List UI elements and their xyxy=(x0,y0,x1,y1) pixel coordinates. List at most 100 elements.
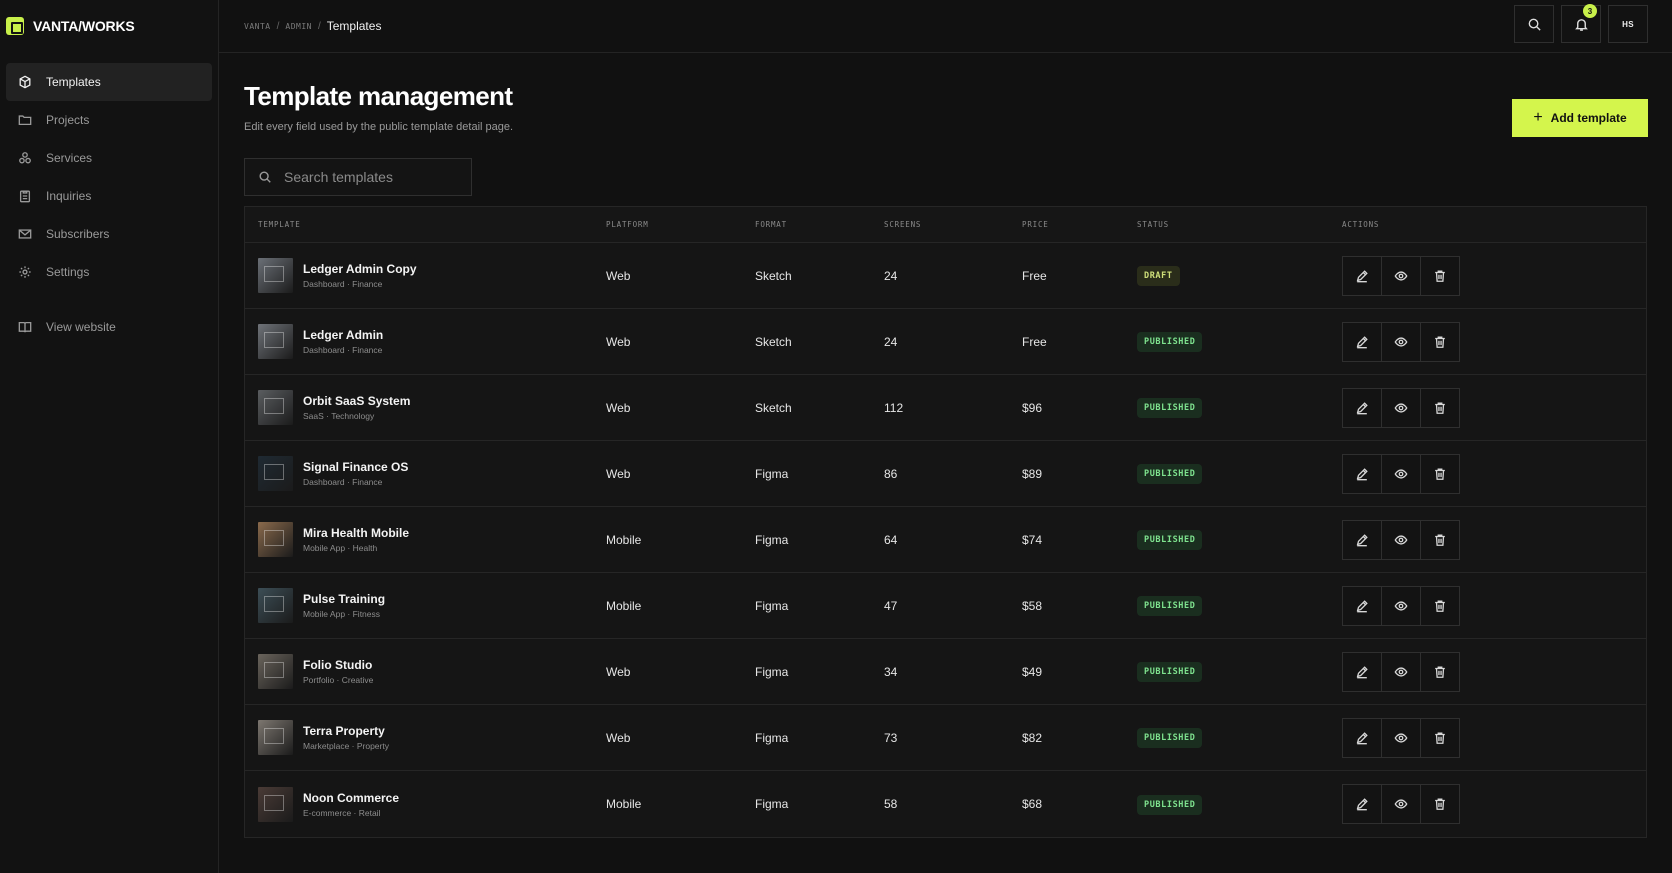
price-cell: $74 xyxy=(1022,532,1043,547)
preview-button[interactable] xyxy=(1381,453,1421,494)
edit-button[interactable] xyxy=(1342,387,1382,428)
template-thumbnail xyxy=(258,720,293,755)
delete-button[interactable] xyxy=(1420,784,1460,824)
platform-cell: Mobile xyxy=(606,797,642,811)
trash-icon xyxy=(1435,600,1445,612)
delete-button[interactable] xyxy=(1420,585,1460,626)
template-info: Noon Commerce E-commerce · Retail xyxy=(303,791,399,818)
avatar[interactable]: HS xyxy=(1608,5,1648,43)
template-name[interactable]: Mira Health Mobile xyxy=(303,526,409,540)
edit-button[interactable] xyxy=(1342,255,1382,296)
notifications-button[interactable]: 3 xyxy=(1561,4,1601,43)
edit-button[interactable] xyxy=(1342,453,1382,494)
sidebar-item-inquiries[interactable]: Inquiries xyxy=(6,177,212,215)
status-cell: PUBLISHED xyxy=(1137,661,1342,682)
sidebar-item-templates[interactable]: Templates xyxy=(6,63,212,101)
edit-icon xyxy=(1356,665,1368,678)
preview-button[interactable] xyxy=(1381,255,1421,296)
delete-button[interactable] xyxy=(1420,387,1460,428)
page-header: Template management Edit every field use… xyxy=(219,53,1672,159)
template-name[interactable]: Folio Studio xyxy=(303,658,373,672)
edit-icon xyxy=(1356,533,1368,546)
preview-button[interactable] xyxy=(1381,784,1421,824)
view-website-link[interactable]: View website xyxy=(6,308,212,346)
edit-icon xyxy=(1356,269,1368,282)
brand-name: VANTA/WORKS xyxy=(33,18,135,34)
sidebar-item-services[interactable]: Services xyxy=(6,139,212,177)
delete-button[interactable] xyxy=(1420,453,1460,494)
format-cell: Figma xyxy=(755,664,789,679)
template-thumbnail xyxy=(258,654,293,689)
delete-button[interactable] xyxy=(1420,321,1460,362)
table-row[interactable]: Signal Finance OS Dashboard · Finance Web F… xyxy=(245,441,1646,507)
templates-table: TEMPLATE PLATFORM FORMAT SCREENS PRICE S… xyxy=(244,206,1647,838)
price-cell: Free xyxy=(1022,268,1047,283)
trash-icon xyxy=(1435,534,1445,546)
table-row[interactable]: Ledger Admin Copy Dashboard · Finance Web S… xyxy=(245,243,1646,309)
status-cell: PUBLISHED xyxy=(1137,331,1342,352)
preview-button[interactable] xyxy=(1381,387,1421,428)
sidebar-item-projects[interactable]: Projects xyxy=(6,101,212,139)
actions-cell xyxy=(1342,387,1542,428)
breadcrumb-item-vanta[interactable]: VANTA xyxy=(244,22,271,31)
table-row[interactable]: Folio Studio Portfolio · Creative Web Figma… xyxy=(245,639,1646,705)
template-thumbnail xyxy=(258,456,293,491)
eye-icon xyxy=(1394,402,1408,413)
edit-button[interactable] xyxy=(1342,651,1382,692)
delete-button[interactable] xyxy=(1420,519,1460,560)
table-row[interactable]: Terra Property Marketplace · Property Web F… xyxy=(245,705,1646,771)
platform-cell: Web xyxy=(606,730,631,745)
column-header-platform: PLATFORM xyxy=(606,220,649,229)
price-cell: $68 xyxy=(1022,797,1043,811)
format-cell: Figma xyxy=(755,797,789,811)
actions-cell xyxy=(1342,519,1542,560)
breadcrumb-item-admin[interactable]: ADMIN xyxy=(285,22,312,31)
table-row[interactable]: Orbit SaaS System SaaS · Technology Web Ske… xyxy=(245,375,1646,441)
edit-button[interactable] xyxy=(1342,784,1382,824)
edit-button[interactable] xyxy=(1342,519,1382,560)
edit-button[interactable] xyxy=(1342,585,1382,626)
template-name[interactable]: Signal Finance OS xyxy=(303,460,408,474)
sidebar-item-label: Templates xyxy=(46,75,101,89)
status-badge: PUBLISHED xyxy=(1137,464,1203,484)
trash-icon xyxy=(1435,468,1445,480)
preview-button[interactable] xyxy=(1381,585,1421,626)
template-name[interactable]: Noon Commerce xyxy=(303,791,399,805)
eye-icon xyxy=(1394,336,1408,347)
table-row[interactable]: Pulse Training Mobile App · Fitness Mobile… xyxy=(245,573,1646,639)
delete-button[interactable] xyxy=(1420,255,1460,296)
sidebar-item-subscribers[interactable]: Subscribers xyxy=(6,215,212,253)
table-row[interactable]: Noon Commerce E-commerce · Retail Mobile Fi… xyxy=(245,771,1646,837)
preview-button[interactable] xyxy=(1381,651,1421,692)
topbar-actions: 3 HS xyxy=(1514,4,1648,43)
status-cell: PUBLISHED xyxy=(1137,794,1342,815)
brand[interactable]: VANTA/WORKS xyxy=(0,0,218,52)
template-thumbnail xyxy=(258,786,293,822)
search-button[interactable] xyxy=(1514,5,1554,43)
template-cell: Ledger Admin Copy Dashboard · Finance xyxy=(245,258,606,293)
search-input[interactable] xyxy=(284,169,464,185)
column-header-status: STATUS xyxy=(1137,220,1169,229)
book-icon xyxy=(18,321,32,333)
table-row[interactable]: Ledger Admin Dashboard · Finance Web Sketch… xyxy=(245,309,1646,375)
template-name[interactable]: Ledger Admin Copy xyxy=(303,262,417,276)
preview-button[interactable] xyxy=(1381,519,1421,560)
template-name[interactable]: Orbit SaaS System xyxy=(303,394,410,408)
preview-button[interactable] xyxy=(1381,321,1421,362)
table-body: Ledger Admin Copy Dashboard · Finance Web S… xyxy=(245,243,1646,837)
search-field[interactable] xyxy=(244,158,472,196)
delete-button[interactable] xyxy=(1420,717,1460,758)
edit-button[interactable] xyxy=(1342,321,1382,362)
price-cell: Free xyxy=(1022,334,1047,349)
table-row[interactable]: Mira Health Mobile Mobile App · Health Mob… xyxy=(245,507,1646,573)
template-name[interactable]: Terra Property xyxy=(303,724,389,738)
template-name[interactable]: Pulse Training xyxy=(303,592,385,606)
delete-button[interactable] xyxy=(1420,651,1460,692)
sidebar-item-settings[interactable]: Settings xyxy=(6,253,212,291)
template-cell: Terra Property Marketplace · Property xyxy=(245,720,606,755)
edit-icon xyxy=(1356,599,1368,612)
preview-button[interactable] xyxy=(1381,717,1421,758)
edit-button[interactable] xyxy=(1342,717,1382,758)
add-template-button[interactable]: + Add template xyxy=(1512,99,1648,137)
template-name[interactable]: Ledger Admin xyxy=(303,328,383,342)
